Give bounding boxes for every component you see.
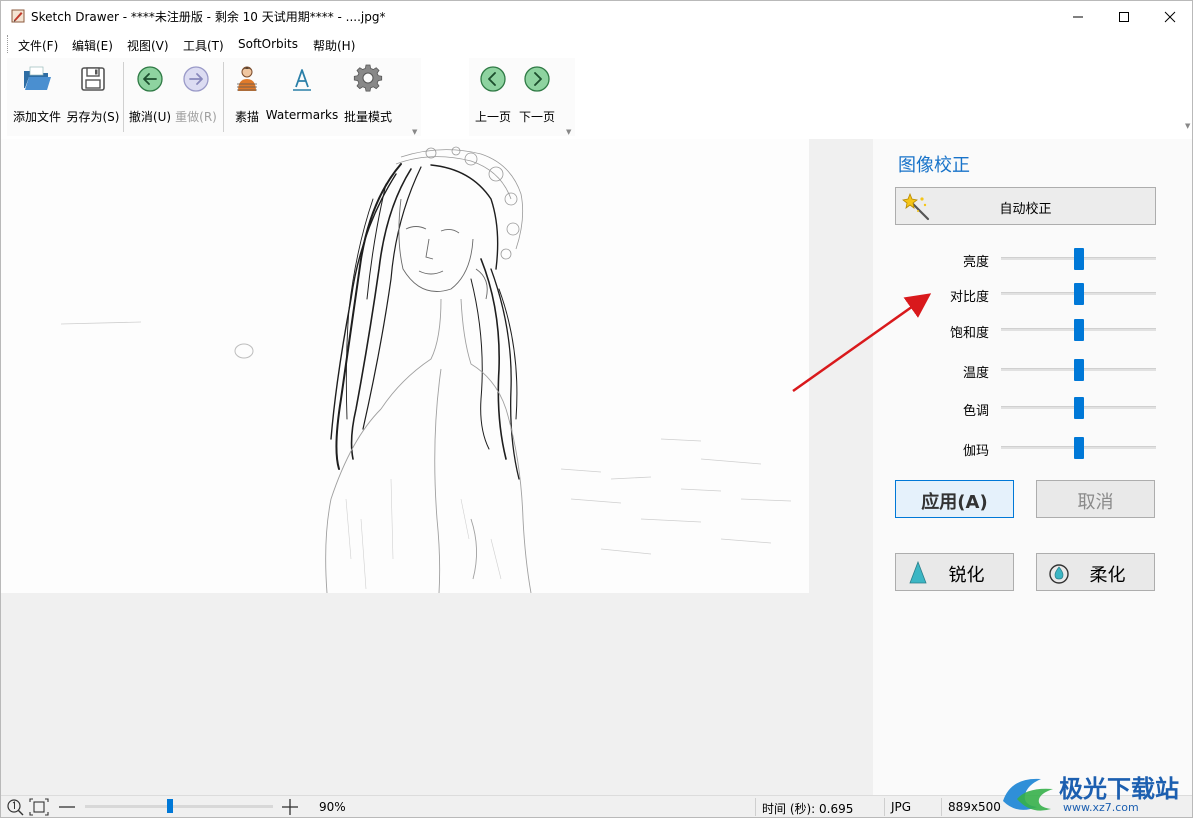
annotation-arrow (792, 293, 932, 393)
zoom-in-icon[interactable] (281, 798, 299, 816)
image-dimensions: 889x500 (948, 800, 1001, 814)
status-divider (884, 798, 885, 816)
zoom-slider-thumb[interactable] (167, 799, 173, 813)
fit-to-window-icon[interactable] (29, 798, 49, 816)
processing-time: 时间 (秒): 0.695 (762, 802, 854, 816)
zoom-out-icon[interactable] (58, 799, 76, 815)
watermark-logo-icon (1003, 778, 1053, 811)
app-window: Sketch Drawer - ****未注册版 - 剩余 10 天试用期***… (0, 0, 1193, 818)
site-watermark: 极光下载站 www.xz7.com (997, 767, 1192, 817)
watermark-url: www.xz7.com (1063, 801, 1139, 814)
status-divider (755, 798, 756, 816)
watermark-title: 极光下载站 (1059, 775, 1179, 803)
zoom-slider[interactable] (85, 799, 273, 813)
image-format: JPG (891, 800, 912, 814)
zoom-percent: 90% (319, 800, 346, 814)
zoom-actual-size-icon[interactable] (6, 798, 24, 816)
status-divider (941, 798, 942, 816)
